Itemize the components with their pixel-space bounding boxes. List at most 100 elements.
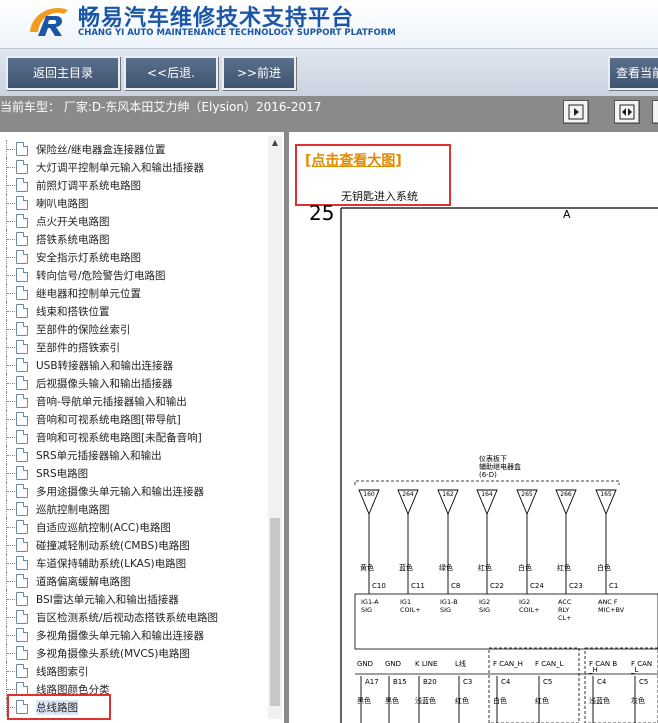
sidebar-scrollbar[interactable]: ▲ [268, 136, 282, 719]
tree-item-label: 至部件的搭铁索引 [36, 342, 120, 354]
panel-button-partial[interactable] [652, 100, 658, 124]
tree-item-label: 搭铁系统电路图 [36, 234, 110, 246]
pin-label: IG2 [479, 598, 490, 606]
tree-item-label: 道路偏离缓解电路图 [36, 576, 131, 588]
document-icon [16, 628, 28, 642]
pin-label: SIG [440, 606, 451, 614]
signal-label: F CAN_L [535, 660, 564, 668]
wire-color-label: 白色 [518, 563, 532, 572]
nav-bar: 返回主目录 <<后退. >>前进 查看当前 [0, 48, 658, 97]
junction-note-1: 仪表板下 [479, 454, 507, 463]
signal-label: L线 [455, 659, 466, 668]
tree-item-label: 巡航控制电路图 [36, 504, 110, 516]
document-icon [16, 214, 28, 228]
document-icon [16, 268, 28, 282]
fuse-number: 265 [521, 491, 533, 498]
document-icon [16, 592, 28, 606]
tree-item-label: 音响-导航单元插接器输入和输出 [36, 396, 187, 408]
tree-item-label: 安全指示灯系统电路图 [36, 252, 141, 264]
pin-label: ANC F [598, 598, 618, 606]
bottom-signal: F CAN_LC5灰色 [630, 660, 652, 723]
pin-number: C4 [597, 678, 607, 686]
scroll-up-icon[interactable]: ▲ [268, 136, 282, 150]
expand-panel-button[interactable] [614, 100, 640, 124]
vehicle-bar: 当前车型： 厂家:D-东风本田艾力绅（Elysion）2016-2017 [0, 96, 658, 132]
pin-number: C4 [501, 678, 511, 686]
highlight-box-title [295, 144, 451, 206]
wire-color-label: 红色 [535, 696, 549, 705]
bottom-signal: K LINE B20 浅蓝色 [415, 660, 437, 723]
fuse-number: 266 [560, 491, 572, 498]
wire-color-label: 黑色 [357, 696, 371, 705]
fuse-column: 164 红色 C22IG2SIG [476, 489, 504, 614]
wire-color-label: 黄色 [360, 563, 374, 572]
tree-item-label: 线束和搭铁位置 [36, 306, 110, 318]
document-icon [16, 646, 28, 660]
platform-subtitle: CHANG YI AUTO MAINTENANCE TECHNOLOGY SUP… [78, 28, 396, 38]
document-icon [16, 196, 28, 210]
highlight-box-selected-item [7, 694, 111, 720]
document-icon [16, 502, 28, 516]
signal-label: _L [630, 666, 639, 674]
tree-item-label: 音响和可视系统电路图[带导航] [36, 414, 181, 426]
bottom-signal: GND B15 黑色 [385, 660, 407, 723]
split-arrows-icon [619, 104, 635, 120]
pin-label: IG1-A [361, 598, 379, 606]
forward-button[interactable]: >>前进 [222, 56, 296, 90]
document-icon [16, 538, 28, 552]
pin-label: COIL+ [400, 606, 421, 614]
tree-item-label: SRS电路图 [36, 468, 89, 480]
wire-color-label: 红色 [478, 563, 492, 572]
signal-label: GND [357, 660, 373, 668]
bottom-signal: L线 C3 红色 [455, 659, 472, 723]
fuse-number: 165 [600, 491, 612, 498]
tree-item-label: 盲区检测系统/后视动态搭铁系统电路图 [36, 612, 219, 624]
document-icon [16, 340, 28, 354]
document-icon [16, 358, 28, 372]
bottom-signal: F CAN B_HC4浅蓝色 [588, 660, 617, 723]
signal-label: K LINE [415, 660, 437, 668]
wire-color-label: 红色 [455, 696, 469, 705]
document-icon [16, 574, 28, 588]
pin-label: SIG [361, 606, 372, 614]
document-icon [16, 556, 28, 570]
tree-item-label: 后视摄像头输入和输出插接器 [36, 378, 173, 390]
pin-label: MIC+BV [598, 606, 625, 614]
tree-item-label: 保险丝/继电器盒连接器位置 [36, 144, 166, 156]
back-button[interactable]: <<后退. [124, 56, 218, 90]
fuse-number: 264 [402, 491, 414, 498]
tree-item-label: 点火开关电路图 [36, 216, 110, 228]
scroll-thumb[interactable] [270, 518, 280, 706]
document-icon [16, 394, 28, 408]
signal-label: GND [385, 660, 401, 668]
document-icon [16, 466, 28, 480]
pin-number: A17 [365, 678, 379, 686]
pin-label: IG1 [400, 598, 411, 606]
fuse-column: 165 白色 C1 ANC FMIC+BV [595, 489, 625, 614]
current-vehicle-label: 当前车型： 厂家:D-东风本田艾力绅（Elysion）2016-2017 [0, 100, 322, 114]
document-icon [16, 430, 28, 444]
junction-note-3: (6-D) [479, 471, 497, 479]
connector-label: C23 [569, 582, 583, 590]
wire-color-label: 浅蓝色 [589, 696, 610, 705]
wire-color-label: 蓝色 [399, 563, 413, 572]
document-icon [16, 142, 28, 156]
fuse-column: 266 红色 C23 ACCRLYCL+ [555, 489, 583, 622]
document-icon [16, 484, 28, 498]
fuse-column: 264 蓝色 C11IG1COIL+ [397, 489, 425, 614]
document-icon [16, 664, 28, 678]
view-current-button[interactable]: 查看当前 [608, 56, 658, 90]
collapse-panel-button[interactable] [563, 100, 589, 124]
wire-color-label: 绿色 [439, 563, 453, 572]
pin-label: COIL+ [519, 606, 540, 614]
tree-item-label: SRS单元插接器输入和输出 [36, 450, 162, 462]
pin-number: B20 [423, 678, 437, 686]
tree-item-label: 至部件的保险丝索引 [36, 324, 131, 336]
fuse-number: 164 [481, 491, 493, 498]
connector-label: C22 [490, 582, 504, 590]
document-icon [16, 520, 28, 534]
tree-item-label: USB转接器输入和输出连接器 [36, 360, 174, 372]
pin-label: RLY [558, 606, 569, 614]
document-icon [16, 448, 28, 462]
home-button[interactable]: 返回主目录 [6, 56, 120, 90]
